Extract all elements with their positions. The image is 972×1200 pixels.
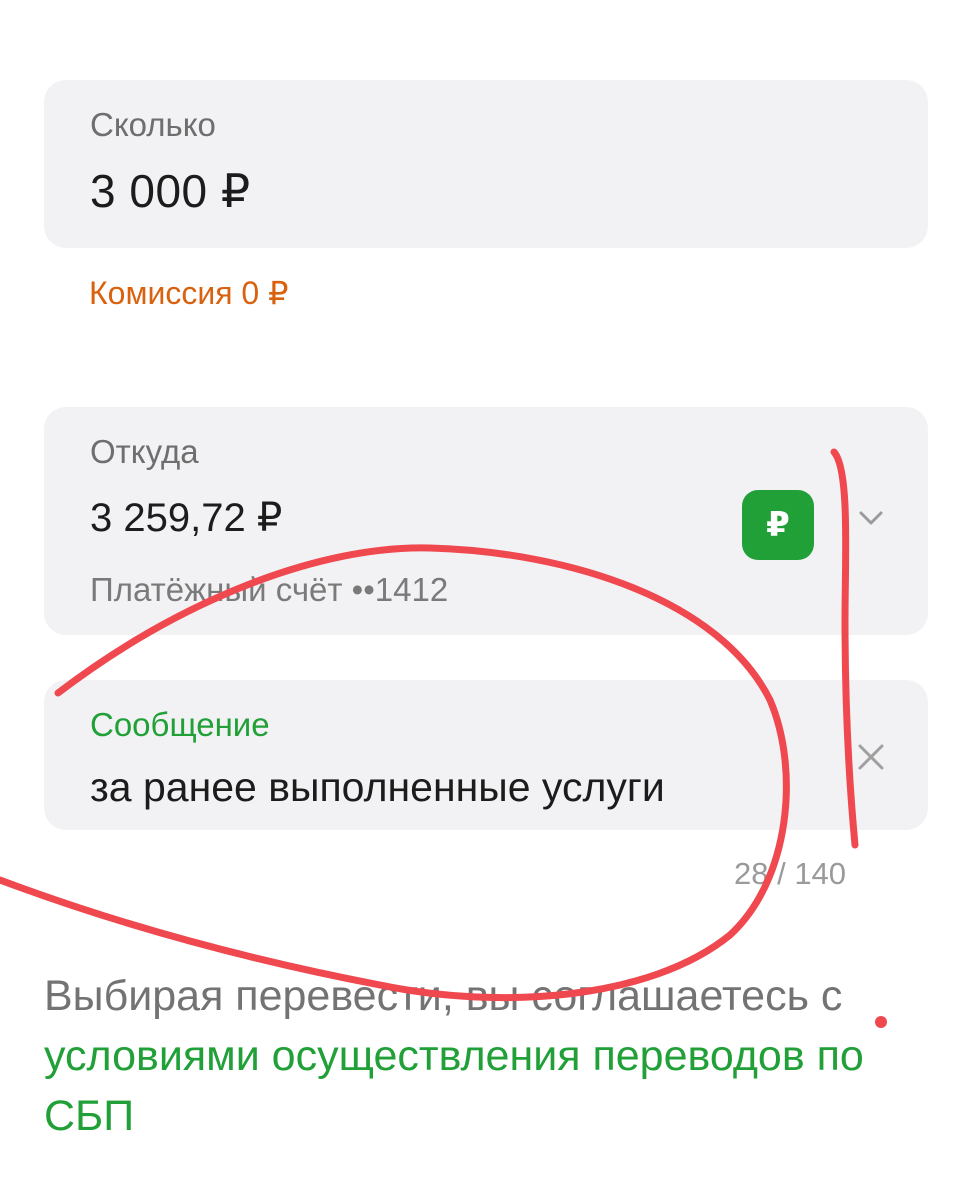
terms-text: Выбирая перевести, вы соглашаетесь с усл… (44, 966, 944, 1146)
terms-prefix: Выбирая перевести, вы соглашаетесь с (44, 972, 843, 1020)
commission-text: Комиссия 0 ₽ (89, 275, 289, 311)
amount-label: Сколько (90, 106, 216, 143)
ruble-badge-symbol: ₽ (766, 506, 790, 544)
message-input[interactable]: за ранее выполненные услуги (90, 764, 665, 811)
ruble-account-icon: ₽ (742, 490, 814, 560)
amount-card[interactable]: Сколько 3 000 ₽ (44, 80, 928, 248)
source-label: Откуда (90, 433, 199, 470)
message-field[interactable]: Сообщение за ранее выполненные услуги (44, 680, 928, 830)
account-balance: 3 259,72 ₽ (90, 496, 283, 540)
chevron-down-icon[interactable] (858, 505, 884, 531)
amount-value[interactable]: 3 000 ₽ (90, 164, 251, 218)
clear-icon[interactable] (856, 742, 886, 772)
source-account-card[interactable]: Откуда 3 259,72 ₽ Платёжный счёт ••1412 … (44, 407, 928, 635)
character-counter: 28 / 140 (734, 856, 847, 891)
message-label: Сообщение (90, 706, 270, 743)
account-name: Платёжный счёт ••1412 (90, 571, 449, 608)
terms-link[interactable]: условиями осуществления переводов по СБП (44, 1032, 864, 1140)
